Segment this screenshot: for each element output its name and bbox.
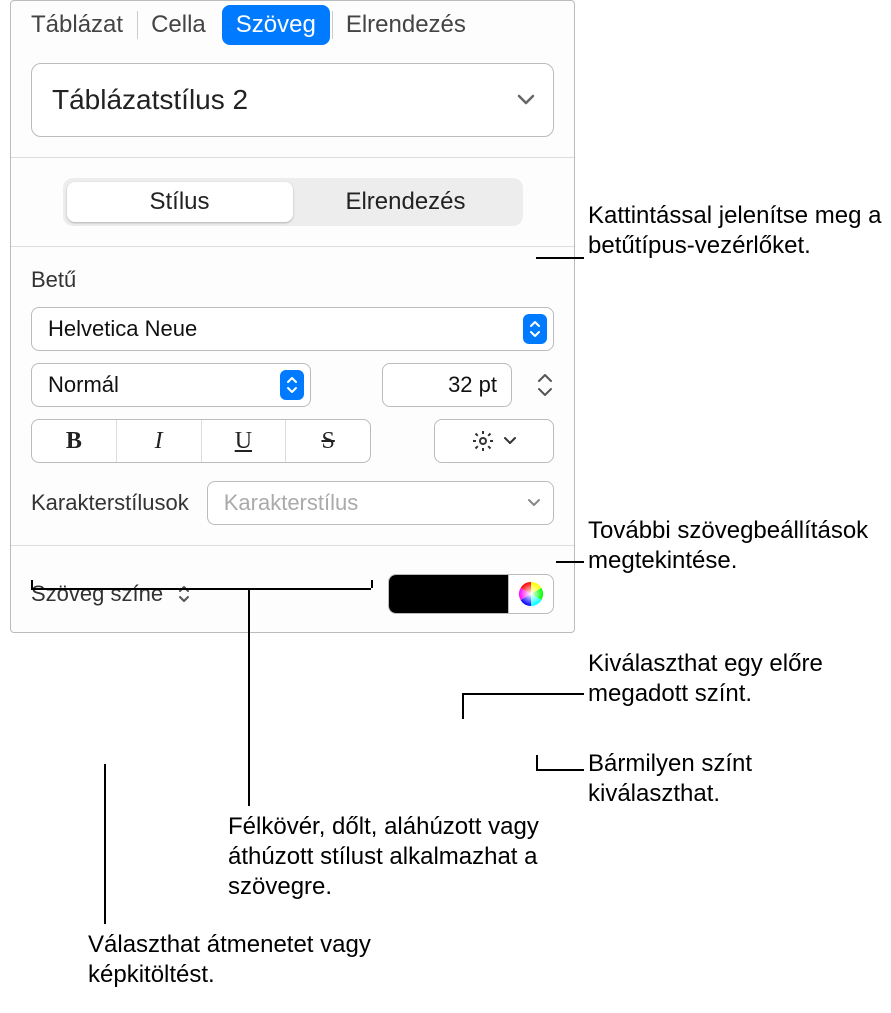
top-tabbar: Táblázat Cella Szöveg Elrendezés — [11, 1, 574, 49]
text-color-label: Szöveg színe — [31, 581, 163, 607]
font-family-value: Helvetica Neue — [48, 316, 197, 342]
character-styles-row: Karakterstílusok Karakterstílus — [31, 481, 554, 525]
paragraph-style-label: Táblázatstílus 2 — [52, 84, 248, 116]
text-color-well — [388, 574, 554, 614]
chevron-down-icon — [527, 498, 541, 508]
font-size-stepper[interactable] — [536, 372, 554, 398]
callout-line — [248, 588, 250, 806]
color-swatch-button[interactable] — [389, 575, 509, 613]
italic-button[interactable]: I — [117, 420, 202, 462]
character-style-value: Karakterstílus — [224, 490, 359, 516]
tab-text[interactable]: Szöveg — [222, 5, 330, 45]
callout-line — [536, 769, 584, 771]
callout-line — [31, 580, 33, 588]
advanced-text-options-button[interactable] — [434, 419, 554, 463]
segment-layout[interactable]: Elrendezés — [293, 182, 519, 222]
callout-gradient: Választhat átmenetet vagy képkitöltést. — [88, 930, 408, 990]
character-style-popup[interactable]: Karakterstílus — [207, 481, 554, 525]
tab-table[interactable]: Táblázat — [17, 1, 137, 49]
callout-line — [556, 561, 584, 563]
callout-preset-color: Kiválaszthat egy előre megadott színt. — [588, 649, 888, 709]
format-sidebar: Táblázat Cella Szöveg Elrendezés Tábláza… — [10, 0, 575, 633]
callout-any-color: Bármilyen színt kiválaszthat. — [588, 749, 868, 809]
font-family-popup[interactable]: Helvetica Neue — [31, 307, 554, 351]
font-size-value: 32 pt — [448, 372, 497, 398]
callout-line — [31, 588, 371, 590]
callout-line — [536, 755, 538, 769]
divider — [11, 157, 574, 158]
callout-line — [462, 693, 464, 719]
format-row: B I U S — [31, 419, 554, 463]
chevron-down-icon — [536, 386, 554, 398]
bius-segment: B I U S — [31, 419, 371, 463]
chevron-down-icon — [503, 436, 517, 446]
callout-line — [536, 257, 584, 259]
divider — [11, 545, 574, 546]
segment-style[interactable]: Stílus — [67, 182, 293, 222]
gear-icon — [471, 429, 495, 453]
style-layout-segment: Stílus Elrendezés — [63, 178, 523, 226]
chevron-up-icon — [536, 372, 554, 384]
character-styles-label: Karakterstílusok — [31, 490, 189, 516]
font-weight-popup[interactable]: Normál — [31, 363, 311, 407]
updown-icon — [523, 314, 547, 344]
chevron-down-icon — [517, 94, 535, 106]
color-picker-button[interactable] — [509, 575, 553, 613]
callout-font-controls: Kattintással jelenítse meg a betűtípus-v… — [588, 201, 888, 261]
underline-button[interactable]: U — [202, 420, 287, 462]
color-wheel-icon — [518, 581, 544, 607]
font-section-label: Betű — [31, 267, 554, 293]
updown-icon — [280, 370, 304, 400]
callout-bius: Félkövér, dőlt, aláhúzott vagy áthúzott … — [228, 812, 548, 902]
tab-cell[interactable]: Cella — [137, 1, 220, 49]
callout-line — [371, 580, 373, 588]
callout-more-text: További szövegbeállítások megtekintése. — [588, 516, 888, 576]
tab-layout[interactable]: Elrendezés — [332, 1, 480, 49]
font-weight-value: Normál — [48, 372, 119, 398]
paragraph-style-select[interactable]: Táblázatstílus 2 — [31, 63, 554, 137]
text-color-row: Szöveg színe — [31, 574, 554, 614]
divider — [11, 246, 574, 247]
strike-button[interactable]: S — [286, 420, 370, 462]
callout-line — [462, 693, 584, 695]
weight-size-row: Normál 32 pt — [31, 363, 554, 407]
panel-body: Táblázatstílus 2 Stílus Elrendezés Betű … — [11, 49, 574, 632]
callout-line — [104, 764, 106, 924]
font-size-field[interactable]: 32 pt — [382, 363, 512, 407]
bold-button[interactable]: B — [32, 420, 117, 462]
